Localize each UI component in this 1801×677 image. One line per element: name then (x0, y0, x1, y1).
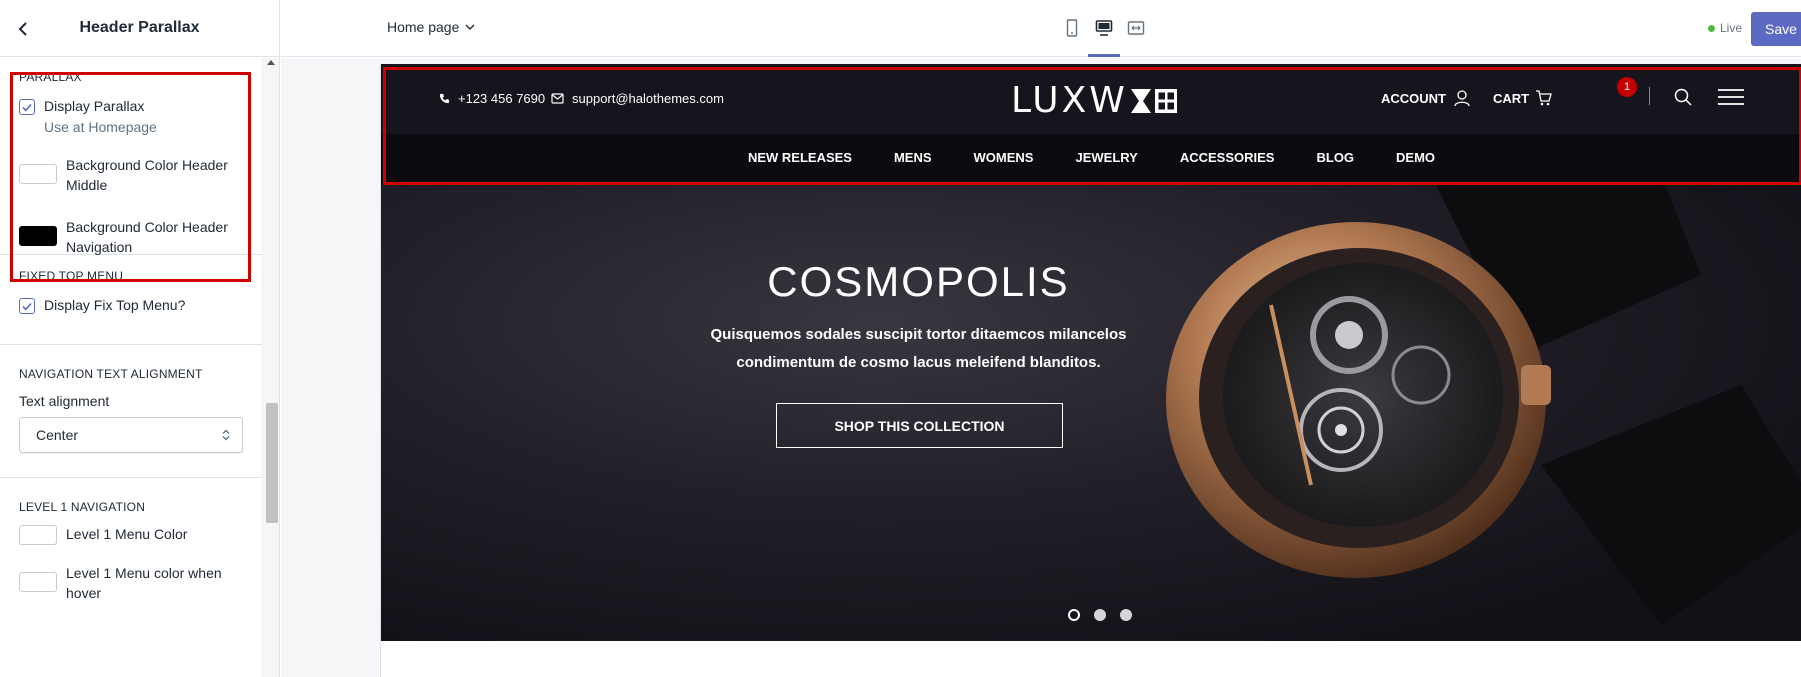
hero-subtitle: Quisquemos sodales suscipit tortor ditae… (710, 326, 1127, 371)
slide-dot[interactable] (1120, 609, 1132, 621)
chevron-down-icon (465, 24, 475, 30)
nav-item-blog[interactable]: BLOG (1316, 150, 1354, 165)
user-icon (1454, 90, 1470, 107)
section-navigation-text-alignment: NAVIGATION TEXT ALIGNMENT Text alignment… (0, 345, 262, 478)
level1-menu-color-label: Level 1 Menu Color (66, 526, 188, 542)
settings-panel: PARALLAX Display Parallax Use at Homepag… (0, 58, 262, 641)
text-alignment-select[interactable]: Center (19, 417, 243, 453)
slide-dot[interactable] (1068, 609, 1080, 621)
back-button[interactable] (12, 18, 34, 40)
menu-button[interactable] (1717, 88, 1745, 106)
use-at-homepage-hint: Use at Homepage (44, 119, 157, 135)
nav-item-jewelry[interactable]: JEWELRY (1075, 150, 1137, 165)
header-email[interactable]: support@halothemes.com (551, 91, 724, 106)
display-fix-top-menu-checkbox[interactable] (19, 298, 35, 314)
bg-color-middle-label: Background Color Header Middle (66, 157, 228, 193)
cart-icon (1536, 90, 1552, 106)
phone-icon (439, 93, 450, 104)
bg-color-nav-label: Background Color Header Navigation (66, 219, 228, 255)
level1-menu-hover-label: Level 1 Menu color when hover (66, 565, 222, 601)
bg-color-nav-swatch[interactable] (19, 226, 57, 246)
select-arrows-icon (222, 429, 230, 441)
store-header: +123 456 7690 support@halothemes.com LUX… (381, 64, 1801, 185)
display-parallax-checkbox[interactable] (19, 99, 35, 115)
live-status: Live (1708, 21, 1742, 35)
display-fix-top-menu-option[interactable]: Display Fix Top Menu? (19, 297, 243, 314)
nav-item-new-releases[interactable]: NEW RELEASES (748, 150, 852, 165)
live-dot-icon (1708, 24, 1715, 32)
level1-menu-color-option: Level 1 Menu Color (19, 524, 243, 545)
bg-color-nav-option: Background Color Header Navigation (19, 217, 243, 257)
store-logo[interactable]: LUXW (1011, 80, 1178, 121)
page-selector-label: Home page (387, 19, 460, 35)
scroll-up-arrow-icon[interactable] (267, 60, 275, 65)
store-logo-text: LUXW (1011, 80, 1128, 121)
header-divider (1649, 87, 1650, 105)
slideshow-dots (1061, 609, 1139, 621)
store-preview: +123 456 7690 support@halothemes.com LUX… (380, 64, 1801, 677)
section-heading: FIXED TOP MENU (19, 269, 124, 283)
logo-mark-icon (1130, 88, 1177, 113)
nav-item-accessories[interactable]: ACCESSORIES (1180, 150, 1275, 165)
live-status-label: Live (1720, 21, 1743, 35)
search-button[interactable] (1674, 88, 1692, 106)
bg-color-middle-option: Background Color Header Middle (19, 155, 243, 195)
expand-horizontal-icon (1127, 21, 1145, 35)
header-phone[interactable]: +123 456 7690 (439, 91, 545, 106)
display-parallax-label: Display Parallax (44, 98, 145, 114)
display-fix-top-menu-label: Display Fix Top Menu? (44, 297, 186, 313)
account-label: ACCOUNT (1381, 91, 1446, 106)
scrollbar-thumb[interactable] (266, 403, 278, 523)
section-parallax: PARALLAX Display Parallax Use at Homepag… (0, 58, 262, 255)
level1-menu-color-swatch[interactable] (19, 525, 57, 545)
level1-menu-hover-option: Level 1 Menu color when hover (19, 563, 243, 603)
hero-title: COSMOPOLIS (767, 258, 1070, 305)
text-alignment-label: Text alignment (19, 393, 110, 409)
hamburger-menu-icon (1718, 89, 1744, 105)
section-heading: NAVIGATION TEXT ALIGNMENT (19, 367, 203, 381)
level1-menu-hover-swatch[interactable] (19, 572, 57, 592)
desktop-icon (1095, 20, 1113, 36)
desktop-view-button[interactable] (1088, 16, 1120, 57)
editor-topbar: Home page Live Save (281, 0, 1801, 57)
cart-label: CART (1493, 90, 1530, 106)
section-level1-navigation: LEVEL 1 NAVIGATION Level 1 Menu Color Le… (0, 478, 262, 641)
sidebar-title: Header Parallax (79, 19, 200, 36)
text-alignment-value: Center (36, 427, 79, 443)
checkmark-icon (22, 302, 32, 310)
mobile-view-button[interactable] (1056, 16, 1088, 56)
account-link[interactable]: ACCOUNT (1381, 90, 1470, 107)
fullwidth-view-button[interactable] (1120, 16, 1152, 56)
section-fixed-top-menu: FIXED TOP MENU Display Fix Top Menu? (0, 255, 262, 345)
search-icon (1674, 88, 1692, 106)
cart-count-badge: 1 (1617, 77, 1637, 97)
chevron-left-icon (18, 22, 27, 36)
checkmark-icon (22, 103, 32, 111)
page-selector[interactable]: Home page (387, 19, 475, 35)
sidebar-scrollbar[interactable] (262, 58, 279, 677)
sidebar-header: Header Parallax (0, 0, 279, 57)
header-email-text: support@halothemes.com (572, 91, 724, 106)
nav-item-womens[interactable]: WOMENS (974, 150, 1034, 165)
watch-image (1166, 185, 1801, 625)
section-heading: LEVEL 1 NAVIGATION (19, 500, 146, 514)
theme-editor-sidebar: Header Parallax PARALLAX Display Paralla… (0, 0, 280, 677)
nav-item-demo[interactable]: DEMO (1396, 150, 1435, 165)
bg-color-middle-swatch[interactable] (19, 164, 57, 184)
hero-slideshow: COSMOPOLIS Quisquemos sodales suscipit t… (381, 185, 1801, 641)
mail-icon (551, 93, 564, 104)
save-button[interactable]: Save (1751, 12, 1801, 46)
shop-collection-button[interactable]: SHOP THIS COLLECTION (776, 403, 1063, 448)
cart-link[interactable]: CART (1493, 90, 1552, 106)
mobile-icon (1066, 19, 1078, 37)
section-heading: PARALLAX (19, 70, 82, 84)
display-parallax-option[interactable]: Display Parallax (19, 98, 243, 115)
header-phone-text: +123 456 7690 (458, 91, 546, 106)
device-view-switcher (1056, 16, 1152, 57)
slide-dot[interactable] (1094, 609, 1106, 621)
nav-item-mens[interactable]: MENS (894, 150, 932, 165)
main-navigation: NEW RELEASES MENS WOMENS JEWELRY ACCESSO… (381, 150, 1801, 165)
